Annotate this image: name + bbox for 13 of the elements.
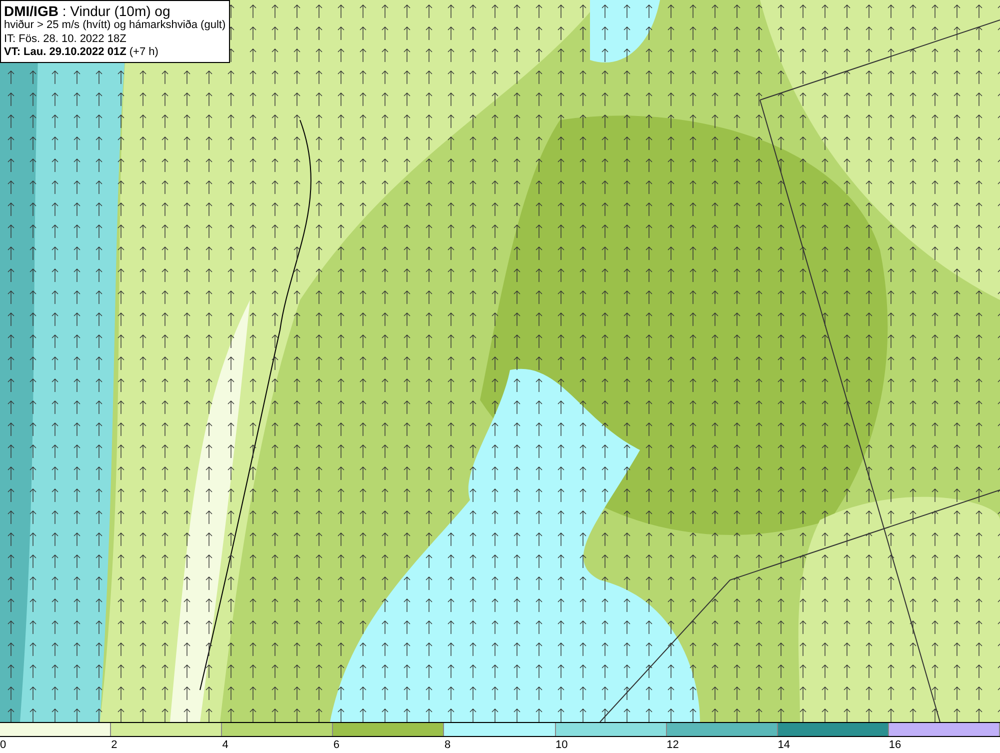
legend-tick-label: 12 <box>666 738 679 753</box>
legend-tick-label: 10 <box>556 738 568 753</box>
legend-tick-label: 14 <box>778 738 790 753</box>
info-text: hviður > 25 m/s (hvítt) og hámarkshviða (gult) <box>4 19 226 32</box>
legend-tick-label: 6 <box>333 738 340 753</box>
legend-tick-label: 0 <box>0 738 6 753</box>
info-text: IT: Fös. 28. 10. 2022 18Z <box>4 32 128 46</box>
legend-tick-label: 2 <box>111 738 118 753</box>
info-text: VT: Lau. 29.10.2022 01Z (+7 h) <box>4 46 160 60</box>
info-text: DMI/IGB : Vindur (10m) og <box>4 3 172 19</box>
legend-tick-label: 4 <box>222 738 228 753</box>
legend-tick-label: 8 <box>444 738 451 753</box>
legend-tick-label: 16 <box>888 738 902 753</box>
